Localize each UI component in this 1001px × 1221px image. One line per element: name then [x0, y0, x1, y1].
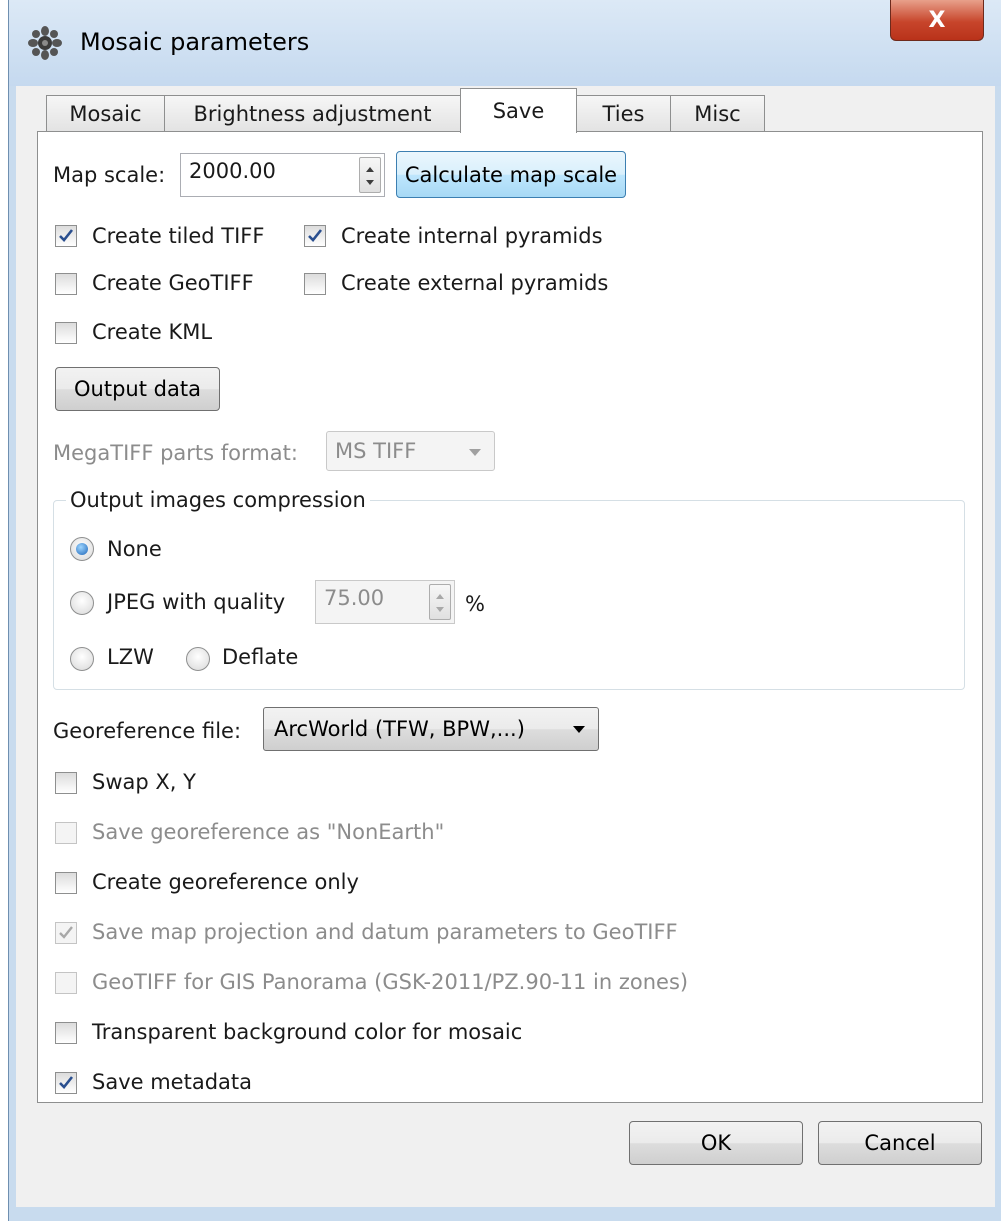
- georeference-file-select[interactable]: ArcWorld (TFW, BPW,...): [263, 707, 599, 751]
- app-icon: [28, 26, 62, 60]
- megatiff-format-select[interactable]: MS TIFF: [326, 431, 495, 471]
- radio-selected-dot: [76, 543, 88, 555]
- map-scale-value: 2000.00: [189, 159, 276, 183]
- calculate-map-scale-button[interactable]: Calculate map scale: [396, 151, 626, 198]
- transparent-background-checkbox[interactable]: [55, 1022, 77, 1044]
- tab-label: Misc: [694, 101, 741, 126]
- compression-none-radio[interactable]: [70, 537, 94, 561]
- tab-brightness-adjustment[interactable]: Brightness adjustment: [164, 95, 461, 131]
- tiled-tiff-label: Create tiled TIFF: [92, 224, 265, 248]
- output-data-button[interactable]: Output data: [55, 367, 220, 411]
- tab-misc[interactable]: Misc: [670, 95, 765, 131]
- tab-mosaic[interactable]: Mosaic: [46, 95, 165, 131]
- geotiff-checkbox[interactable]: [55, 273, 77, 295]
- swap-xy-label: Swap X, Y: [92, 770, 196, 794]
- compression-lzw-radio[interactable]: [70, 647, 94, 671]
- compression-lzw-label: LZW: [107, 645, 154, 669]
- tab-save[interactable]: Save: [460, 88, 577, 133]
- external-pyramids-checkbox[interactable]: [304, 273, 326, 295]
- chevron-down-icon: [573, 726, 585, 733]
- compression-jpeg-label: JPEG with quality: [107, 590, 286, 614]
- save-metadata-checkbox[interactable]: [55, 1072, 77, 1094]
- tab-label: Ties: [602, 101, 645, 126]
- internal-pyramids-label: Create internal pyramids: [341, 224, 603, 248]
- kml-checkbox[interactable]: [55, 322, 77, 344]
- swap-xy-checkbox[interactable]: [55, 772, 77, 794]
- tiled-tiff-checkbox[interactable]: [55, 225, 77, 247]
- window-title: Mosaic parameters: [80, 28, 310, 56]
- map-scale-spinbox[interactable]: 2000.00: [180, 153, 385, 197]
- tab-label: Mosaic: [69, 101, 142, 126]
- tab-label: Save: [492, 99, 545, 123]
- megatiff-format-value: MS TIFF: [335, 439, 417, 463]
- jpeg-quality-spinbox[interactable]: 75.00: [315, 580, 455, 624]
- save-metadata-label: Save metadata: [92, 1070, 253, 1094]
- nonearth-label: Save georeference as "NonEarth": [92, 820, 445, 844]
- gis-panorama-label: GeoTIFF for GIS Panorama (GSK-2011/PZ.90…: [92, 970, 689, 994]
- gis-panorama-checkbox[interactable]: [55, 972, 77, 994]
- compression-group-title: Output images compression: [66, 488, 370, 512]
- compression-deflate-radio[interactable]: [186, 647, 210, 671]
- jpeg-quality-value: 75.00: [324, 586, 385, 610]
- geotiff-label: Create GeoTIFF: [92, 271, 254, 295]
- ok-button[interactable]: OK: [629, 1121, 803, 1165]
- kml-label: Create KML: [92, 320, 213, 344]
- compression-jpeg-radio[interactable]: [70, 591, 94, 615]
- save-projection-checkbox[interactable]: [55, 922, 77, 944]
- compression-deflate-label: Deflate: [222, 645, 299, 669]
- tab-ties[interactable]: Ties: [576, 95, 671, 131]
- save-projection-label: Save map projection and datum parameters…: [92, 920, 678, 944]
- map-scale-label: Map scale:: [53, 163, 166, 187]
- cancel-button[interactable]: Cancel: [818, 1121, 982, 1165]
- transparent-background-label: Transparent background color for mosaic: [92, 1020, 523, 1044]
- spin-arrows-icon[interactable]: [359, 157, 381, 193]
- percent-label: %: [465, 592, 485, 616]
- tab-label: Brightness adjustment: [193, 101, 432, 126]
- external-pyramids-label: Create external pyramids: [341, 271, 609, 295]
- georeference-file-label: Georeference file:: [53, 719, 242, 743]
- chevron-down-icon: [469, 449, 481, 456]
- close-icon: X: [928, 7, 946, 33]
- internal-pyramids-checkbox[interactable]: [304, 225, 326, 247]
- georeference-file-value: ArcWorld (TFW, BPW,...): [274, 717, 525, 741]
- close-button[interactable]: X: [890, 0, 984, 41]
- spin-arrows-icon[interactable]: [429, 584, 451, 620]
- georeference-only-label: Create georeference only: [92, 870, 359, 894]
- megatiff-format-label: MegaTIFF parts format:: [53, 441, 298, 465]
- nonearth-checkbox[interactable]: [55, 822, 77, 844]
- georeference-only-checkbox[interactable]: [55, 872, 77, 894]
- compression-none-label: None: [107, 537, 162, 561]
